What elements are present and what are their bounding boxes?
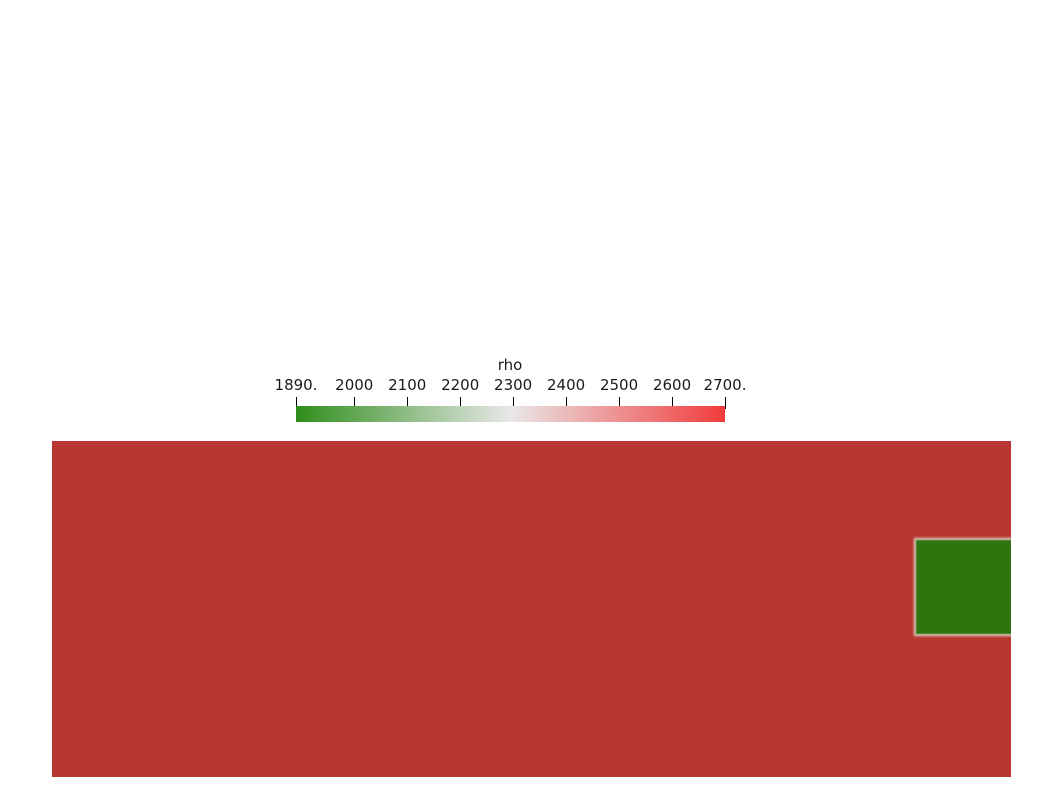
colorbar-tick-label: 2100 — [388, 376, 427, 394]
density-inclusion-region — [916, 540, 1011, 634]
colorbar-gradient — [296, 406, 725, 422]
colorbar-tick-label: 2500 — [599, 376, 639, 394]
colorbar-tick-label: 1890. — [274, 376, 318, 394]
colorbar-tick-label: 2300 — [494, 376, 533, 394]
colorbar-tick-label: 2600 — [652, 376, 692, 394]
colorbar-title: rho — [497, 356, 523, 374]
colorbar-tick-label: 2200 — [441, 376, 480, 394]
colorbar-tick-mark — [725, 397, 726, 409]
colorbar-tick-label: 2700. — [703, 376, 747, 394]
color-legend: rho 1890. 2000 2100 2200 2300 2400 2500 2600 270… — [0, 0, 1064, 430]
render-viewport[interactable] — [52, 441, 1011, 777]
colorbar-tick-label: 2400 — [547, 376, 586, 394]
colorbar-tick-label: 2000 — [335, 376, 374, 394]
